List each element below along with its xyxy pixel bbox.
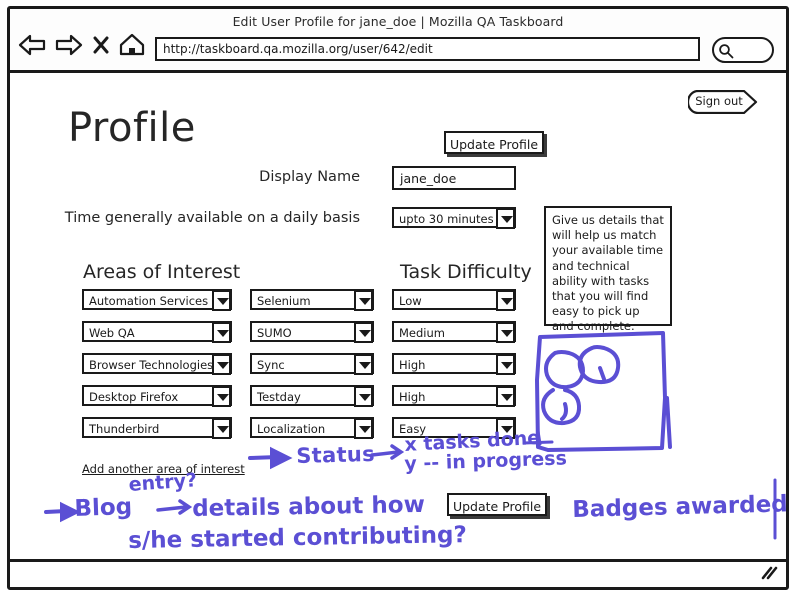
interest-secondary-dropdown[interactable]: Localization [250,417,374,439]
help-text-box: Give us details that will help us match … [544,206,672,333]
dropdown-value: Sync [257,358,285,372]
time-available-dropdown[interactable]: upto 30 minutes [392,207,516,229]
dropdown-value: Medium [399,326,445,340]
chevron-down-icon[interactable] [212,322,231,343]
add-another-area-link[interactable]: Add another area of interest [82,462,245,476]
interest-primary-column: Automation Services Web QA Browser Techn… [82,289,232,449]
interest-secondary-dropdown[interactable]: SUMO [250,321,374,343]
interest-secondary-column: Selenium SUMO Sync Testday Localization [250,289,374,449]
dropdown-value: High [399,358,426,372]
chevron-down-icon[interactable] [212,290,231,311]
window-title: Edit User Profile for jane_doe | Mozilla… [232,14,564,29]
chevron-down-icon[interactable] [496,322,515,343]
update-profile-button-top[interactable]: Update Profile [444,131,544,154]
task-difficulty-dropdown[interactable]: Low [392,289,516,311]
dropdown-value: Easy [399,422,427,436]
dropdown-value: SUMO [257,326,292,340]
browser-nav-icons [18,33,145,57]
dropdown-value: Thunderbird [89,422,160,436]
display-name-label: Display Name [259,169,360,185]
dropdown-value: Low [399,294,422,308]
browser-window: Edit User Profile for jane_doe | Mozilla… [7,6,789,590]
sign-out-button[interactable]: Sign out [688,90,758,114]
dropdown-value: Desktop Firefox [89,390,179,404]
task-difficulty-dropdown[interactable]: Medium [392,321,516,343]
screenshot-root: Edit User Profile for jane_doe | Mozilla… [0,0,800,600]
page-title: Profile [68,105,196,151]
update-profile-button-bottom[interactable]: Update Profile [447,493,547,516]
task-difficulty-column: Low Medium High High Easy [392,289,516,449]
dropdown-value: Selenium [257,294,311,308]
search-box[interactable] [712,37,774,63]
interest-primary-dropdown[interactable]: Desktop Firefox [82,385,232,407]
address-bar[interactable]: http://taskboard.qa.mozilla.org/user/642… [155,37,700,61]
task-difficulty-dropdown[interactable]: Easy [392,417,516,439]
browser-status-bar [10,559,786,584]
areas-of-interest-heading: Areas of Interest [83,261,241,283]
display-name-input[interactable]: jane_doe [392,166,516,190]
interest-secondary-dropdown[interactable]: Sync [250,353,374,375]
forward-arrow-icon[interactable] [55,34,83,56]
chevron-down-icon[interactable] [212,418,231,439]
task-difficulty-dropdown[interactable]: High [392,385,516,407]
time-available-label: Time generally available on a daily basi… [64,210,360,226]
stop-x-icon[interactable] [92,35,110,55]
interest-primary-dropdown[interactable]: Browser Technologies [82,353,232,375]
browser-chrome: Edit User Profile for jane_doe | Mozilla… [10,9,786,73]
chevron-down-icon[interactable] [496,290,515,311]
dropdown-value: Localization [257,422,326,436]
dropdown-value: Testday [257,390,301,404]
chevron-down-icon[interactable] [354,322,373,343]
interest-primary-dropdown[interactable]: Automation Services [82,289,232,311]
interest-primary-dropdown[interactable]: Thunderbird [82,417,232,439]
sign-out-label: Sign out [695,94,743,108]
task-difficulty-heading: Task Difficulty [400,261,532,283]
time-available-value: upto 30 minutes [399,212,494,226]
chevron-down-icon[interactable] [212,386,231,407]
interest-primary-dropdown[interactable]: Web QA [82,321,232,343]
chevron-down-icon[interactable] [354,290,373,311]
task-difficulty-dropdown[interactable]: High [392,353,516,375]
chevron-down-icon[interactable] [496,418,515,439]
chevron-down-icon[interactable] [354,386,373,407]
interest-secondary-dropdown[interactable]: Testday [250,385,374,407]
chevron-down-icon[interactable] [496,208,515,229]
resize-grip-icon[interactable] [760,566,778,580]
back-arrow-icon[interactable] [18,34,46,56]
chevron-down-icon[interactable] [212,354,231,375]
chevron-down-icon[interactable] [496,354,515,375]
dropdown-value: Browser Technologies [89,358,214,372]
chevron-down-icon[interactable] [354,354,373,375]
interest-secondary-dropdown[interactable]: Selenium [250,289,374,311]
home-icon[interactable] [119,33,145,57]
address-bar-url: http://taskboard.qa.mozilla.org/user/642… [163,42,433,56]
dropdown-value: Automation Services [89,294,209,308]
chevron-down-icon[interactable] [354,418,373,439]
dropdown-value: High [399,390,426,404]
dropdown-value: Web QA [89,326,135,340]
chevron-down-icon[interactable] [496,386,515,407]
magnifier-icon [719,44,734,59]
page-canvas: Profile Sign out Update Profile Display … [10,73,786,584]
